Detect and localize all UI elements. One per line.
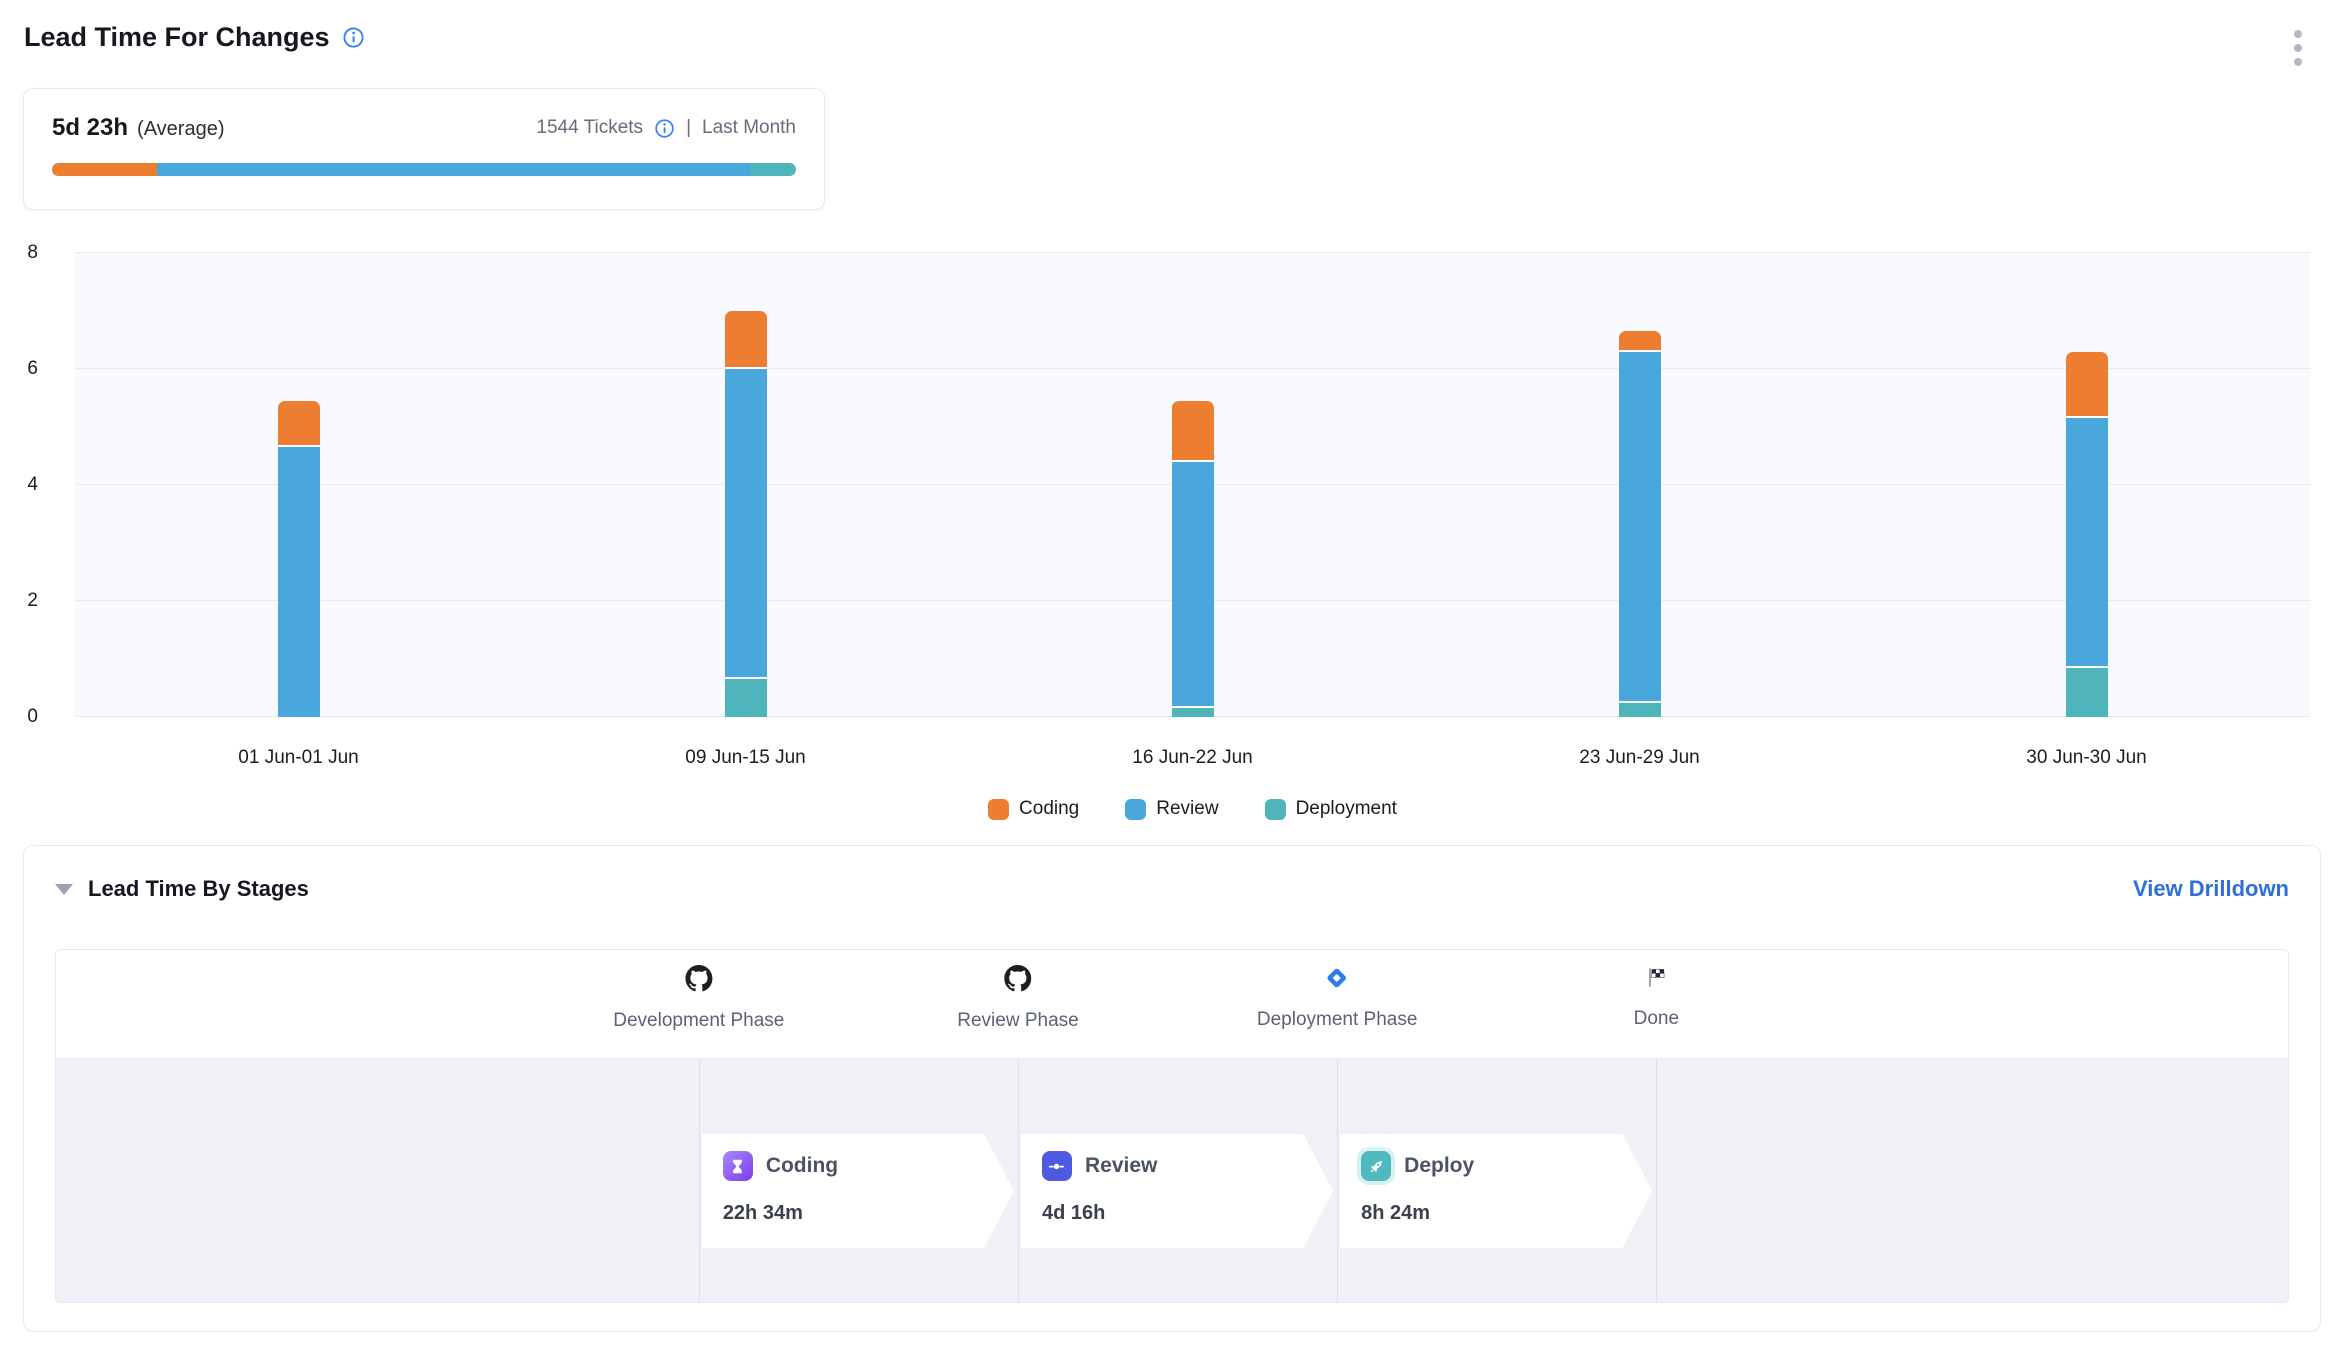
lead-time-by-stages-panel: Lead Time By Stages View Drilldown Devel… (23, 845, 2321, 1332)
column-divider (1656, 1059, 1657, 1302)
average-label: (Average) (137, 118, 224, 141)
tickets-info-icon[interactable] (654, 118, 675, 139)
legend-swatch (988, 799, 1009, 820)
x-axis-tick-label: 23 Jun-29 Jun (1579, 747, 1699, 769)
stage-name: Review (1085, 1154, 1157, 1178)
lead-time-chart: 02468 01 Jun-01 Jun09 Jun-15 Jun16 Jun-2… (0, 253, 2344, 873)
x-axis-tick-label: 16 Jun-22 Jun (1132, 747, 1252, 769)
legend-label: Coding (1019, 798, 1079, 820)
stages-panel-title-text: Lead Time By Stages (88, 876, 309, 902)
collapse-caret-icon[interactable] (55, 884, 73, 895)
bar-segment-review[interactable] (278, 447, 320, 717)
stage-card-coding[interactable]: Coding 22h 34m (702, 1134, 1014, 1248)
bar-segment-review[interactable] (1619, 352, 1661, 703)
distribution-segment-coding (52, 163, 157, 176)
view-drilldown-link[interactable]: View Drilldown (2133, 876, 2289, 902)
y-axis-tick-label: 0 (27, 706, 38, 728)
github-icon (1004, 965, 1031, 997)
tickets-count: 1544 Tickets (536, 117, 643, 139)
stage-card-deploy[interactable]: Deploy 8h 24m (1340, 1134, 1652, 1248)
hourglass-icon (723, 1151, 753, 1181)
chart-plot-area: 01 Jun-01 Jun09 Jun-15 Jun16 Jun-22 Jun2… (75, 253, 2310, 717)
bar-30-jun-30-jun[interactable] (2066, 352, 2108, 717)
bar-segment-coding[interactable] (2066, 352, 2108, 419)
stage-distribution-bar (52, 163, 796, 176)
y-axis-tick-label: 6 (27, 358, 38, 380)
legend-label: Review (1156, 798, 1218, 820)
milestone-review-phase: Review Phase (957, 965, 1078, 1032)
milestone-label: Development Phase (613, 1010, 784, 1032)
milestone-label: Deployment Phase (1257, 1009, 1418, 1031)
legend-item-deployment[interactable]: Deployment (1265, 798, 1397, 820)
column-divider (699, 1059, 700, 1302)
stage-table: Development Phase Review Phase (55, 949, 2289, 1303)
average-lead-time-value: 5d 23h (52, 114, 128, 142)
rocket-icon (1361, 1151, 1391, 1181)
stages-panel-title: Lead Time By Stages (55, 876, 309, 902)
y-axis: 02468 (0, 253, 56, 717)
y-axis-tick-label: 4 (27, 474, 38, 496)
page-title: Lead Time For Changes (24, 22, 365, 53)
bar-segment-deployment[interactable] (725, 679, 767, 717)
bar-segment-coding[interactable] (725, 311, 767, 369)
bar-segment-coding[interactable] (278, 401, 320, 447)
stage-duration: 4d 16h (1042, 1202, 1312, 1225)
lead-time-widget: Lead Time For Changes 5d 23h (Average) 1… (0, 0, 2344, 1352)
period-label: Last Month (702, 117, 796, 139)
legend-item-coding[interactable]: Coding (988, 798, 1079, 820)
milestone-development-phase: Development Phase (613, 965, 784, 1032)
bar-segment-deployment[interactable] (1619, 703, 1661, 718)
y-axis-tick-label: 2 (27, 590, 38, 612)
info-icon[interactable] (342, 26, 365, 49)
bar-segment-review[interactable] (1172, 462, 1214, 709)
stage-card-review[interactable]: Review 4d 16h (1021, 1134, 1333, 1248)
gridline (75, 252, 2310, 253)
commit-icon (1042, 1151, 1072, 1181)
milestone-label: Done (1634, 1008, 1679, 1030)
legend-swatch (1265, 799, 1286, 820)
page-title-text: Lead Time For Changes (24, 22, 330, 53)
x-axis-tick-label: 30 Jun-30 Jun (2026, 747, 2146, 769)
stage-duration: 8h 24m (1361, 1202, 1631, 1225)
milestone-label: Review Phase (957, 1010, 1078, 1032)
stage-duration: 22h 34m (723, 1202, 993, 1225)
bar-16-jun-22-jun[interactable] (1172, 401, 1214, 717)
github-icon (685, 965, 712, 997)
stage-name: Deploy (1404, 1154, 1474, 1178)
chart-legend: Coding Review Deployment (75, 798, 2310, 820)
bar-segment-review[interactable] (725, 369, 767, 679)
stage-table-body: Coding 22h 34m Review (56, 1059, 2288, 1302)
milestone-done: Done (1634, 965, 1679, 1030)
summary-card: 5d 23h (Average) 1544 Tickets | Last Mon… (23, 88, 825, 210)
column-divider (1337, 1059, 1338, 1302)
jira-icon (1324, 965, 1350, 996)
x-axis-tick-label: 09 Jun-15 Jun (685, 747, 805, 769)
stage-table-header: Development Phase Review Phase (56, 950, 2288, 1059)
bar-segment-deployment[interactable] (1172, 708, 1214, 717)
legend-label: Deployment (1296, 798, 1397, 820)
meta-separator: | (686, 117, 691, 139)
distribution-segment-deployment (750, 163, 796, 176)
checkered-flag-icon (1644, 965, 1669, 995)
column-divider (1018, 1059, 1019, 1302)
gridline (75, 368, 2310, 369)
bar-23-jun-29-jun[interactable] (1619, 331, 1661, 717)
kebab-menu-icon[interactable] (2290, 26, 2306, 70)
distribution-segment-review (157, 163, 750, 176)
milestone-deployment-phase: Deployment Phase (1257, 965, 1418, 1031)
bar-segment-coding[interactable] (1619, 331, 1661, 351)
legend-swatch (1125, 799, 1146, 820)
bar-01-jun-01-jun[interactable] (278, 401, 320, 717)
bar-09-jun-15-jun[interactable] (725, 311, 767, 717)
bar-segment-review[interactable] (2066, 418, 2108, 667)
bar-segment-deployment[interactable] (2066, 668, 2108, 717)
x-axis-tick-label: 01 Jun-01 Jun (238, 747, 358, 769)
y-axis-tick-label: 8 (27, 242, 38, 264)
bar-segment-coding[interactable] (1172, 401, 1214, 462)
legend-item-review[interactable]: Review (1125, 798, 1218, 820)
stage-name: Coding (766, 1154, 838, 1178)
